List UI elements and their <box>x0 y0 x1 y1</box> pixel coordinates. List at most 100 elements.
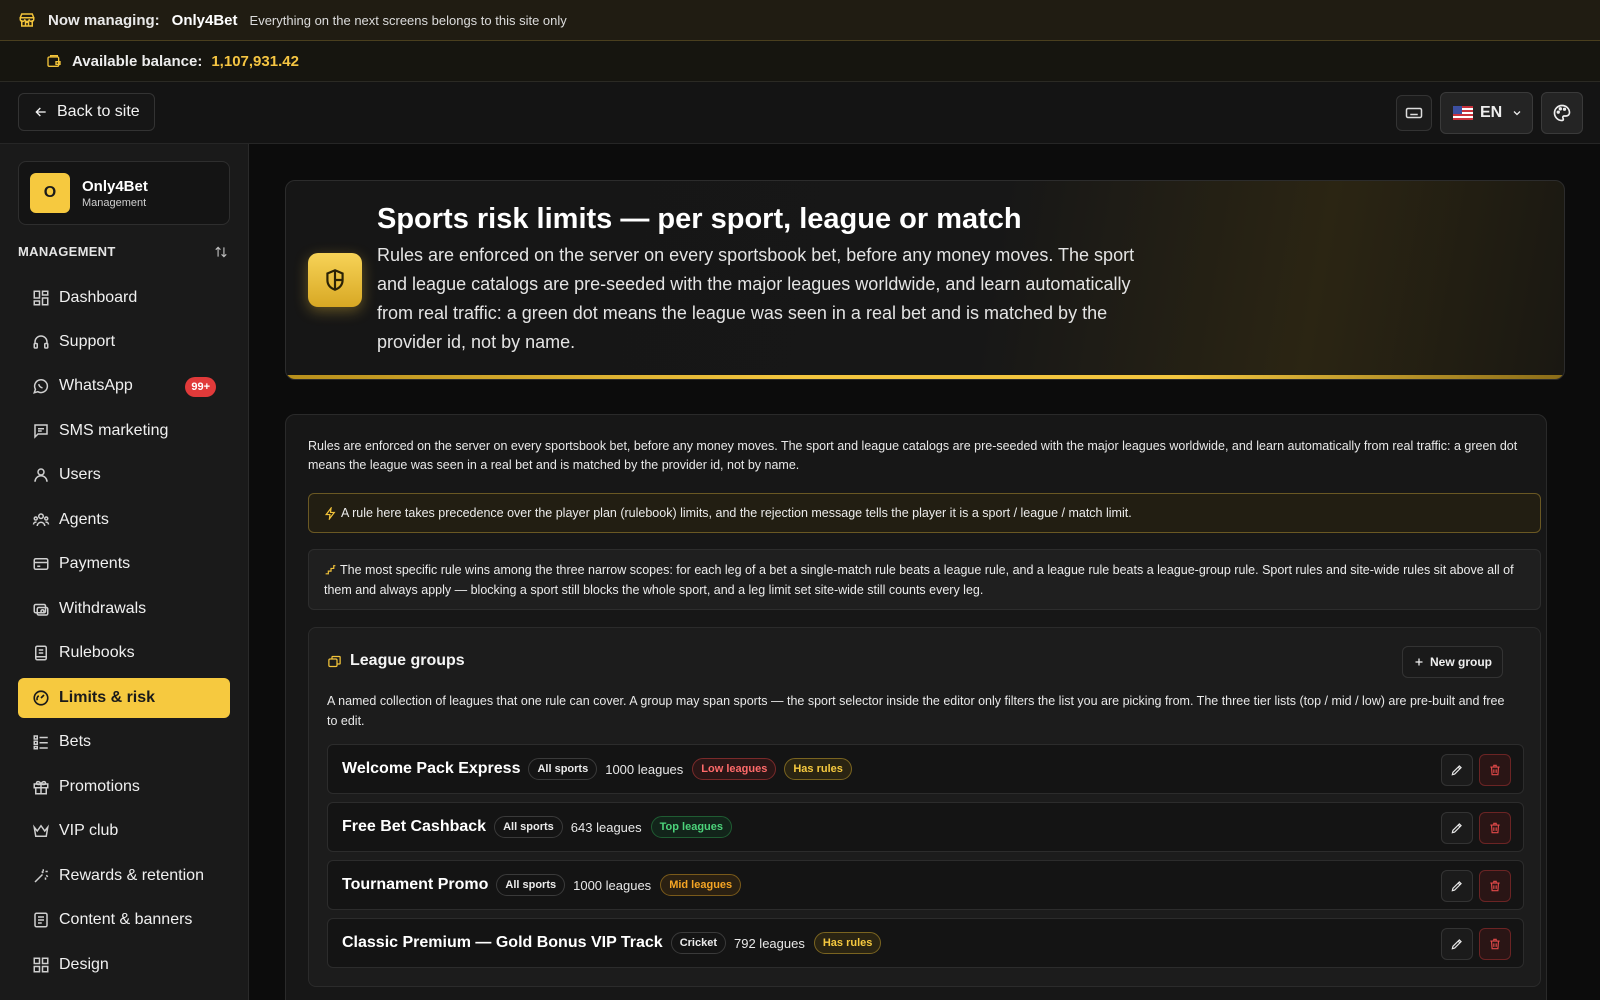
trash-icon <box>1490 938 1500 950</box>
sidebar-item-label: Dashboard <box>59 289 138 306</box>
precedence-notice: A rule here takes precedence over the pl… <box>308 493 1541 533</box>
theme-palette-button[interactable] <box>1541 92 1583 134</box>
row-actions <box>1435 928 1511 960</box>
sidebar-item-rulebooks[interactable]: Rulebooks <box>18 633 230 673</box>
card-icon <box>33 558 49 570</box>
delete-group-button[interactable] <box>1479 754 1511 786</box>
edit-group-button[interactable] <box>1441 870 1473 902</box>
row-actions <box>1435 812 1511 844</box>
sidebar-item-label: VIP club <box>59 822 119 839</box>
new-group-button[interactable]: New group <box>1402 646 1503 678</box>
site-logo: O <box>30 173 70 213</box>
sidebar-item-limits-risk[interactable]: Limits & risk <box>18 678 230 718</box>
managing-banner: Now managing: Only4Bet Everything on the… <box>0 0 1600 41</box>
sidebar-item-vip-club[interactable]: VIP club <box>18 811 230 851</box>
sidebar-item-whatsapp[interactable]: WhatsApp 99+ <box>18 366 230 406</box>
delete-group-button[interactable] <box>1479 870 1511 902</box>
sport-chip: All sports <box>494 816 563 838</box>
whatsapp-unread-badge: 99+ <box>185 377 216 397</box>
league-group-row[interactable]: Free Bet Cashback All sports 643 leagues… <box>327 802 1524 852</box>
balance-bar: Available balance: 1,107,931.42 <box>0 41 1600 82</box>
users-icon <box>34 468 48 482</box>
sidebar-item-label: Agents <box>59 511 109 528</box>
edit-group-button[interactable] <box>1441 812 1473 844</box>
sidebar-item-label: Withdrawals <box>59 600 147 617</box>
sidebar-item-design[interactable]: Design <box>18 945 230 985</box>
league-groups-title: League groups <box>350 652 465 669</box>
sidebar-item-label: Support <box>59 333 116 350</box>
site-brand-card[interactable]: O Only4Bet Management <box>18 161 230 225</box>
sort-toggle-icon[interactable] <box>214 245 228 259</box>
league-group-row[interactable]: Classic Premium — Gold Bonus VIP Track C… <box>327 918 1524 968</box>
sidebar-item-label: Bets <box>59 733 92 750</box>
sidebar: O Only4Bet Management MANAGEMENT Dashboa… <box>0 144 249 1000</box>
sidebar-item-rewards-retention[interactable]: Rewards & retention <box>18 856 230 896</box>
sidebar-item-label: Users <box>59 466 101 483</box>
tier-chip: Top leagues <box>650 816 733 838</box>
arrow-left-icon <box>35 107 46 117</box>
delete-group-button[interactable] <box>1479 812 1511 844</box>
us-flag-icon <box>1453 106 1473 120</box>
trash-icon <box>1490 880 1500 892</box>
site-brand-name: Only4Bet <box>82 177 148 195</box>
back-to-site-label: Back to site <box>57 103 140 120</box>
tier-chip: Low leagues <box>692 758 777 780</box>
group-name: Free Bet Cashback <box>342 818 487 835</box>
league-count: 792 leagues <box>734 935 805 951</box>
message-icon <box>34 424 48 439</box>
league-groups-card: League groups New group A named collecti… <box>308 627 1541 987</box>
sidebar-item-dashboard[interactable]: Dashboard <box>18 278 230 318</box>
specificity-info: The most specific rule wins among the th… <box>308 549 1541 610</box>
sidebar-item-label: Rewards & retention <box>59 867 204 884</box>
language-selector[interactable]: EN <box>1440 92 1533 134</box>
sport-chip: All sports <box>528 758 598 780</box>
precedence-notice-text: A rule here takes precedence over the pl… <box>341 506 1132 520</box>
content-icon <box>34 912 48 928</box>
has-rules-chip: Has rules <box>784 758 852 780</box>
gift-icon <box>33 780 49 795</box>
chevron-down-icon <box>1513 111 1521 116</box>
delete-group-button[interactable] <box>1479 928 1511 960</box>
sport-chip: Cricket <box>670 932 726 954</box>
sidebar-item-payments[interactable]: Payments <box>18 544 230 584</box>
book-icon <box>35 645 47 661</box>
top-bar: Back to site EN <box>0 82 1600 144</box>
pencil-icon <box>1451 765 1462 776</box>
design-icon <box>33 957 49 973</box>
has-rules-chip: Has rules <box>813 932 882 954</box>
sidebar-item-content-banners[interactable]: Content & banners <box>18 900 230 940</box>
balance-value: 1,107,931.42 <box>211 52 299 70</box>
league-group-row[interactable]: Welcome Pack Express All sports 1000 lea… <box>327 744 1524 794</box>
tier-chip: Mid leagues <box>660 874 742 896</box>
sidebar-item-withdrawals[interactable]: Withdrawals <box>18 589 230 629</box>
sport-chip: All sports <box>496 874 566 896</box>
edit-group-button[interactable] <box>1441 754 1473 786</box>
group-name: Welcome Pack Express <box>342 760 521 777</box>
panel-intro-text: Rules are enforced on the server on ever… <box>308 439 1518 472</box>
sidebar-item-promotions[interactable]: Promotions <box>18 767 230 807</box>
sidebar-item-bets[interactable]: Bets <box>18 722 230 762</box>
sidebar-item-label: WhatsApp <box>59 377 133 394</box>
league-groups-header: League groups <box>327 652 465 670</box>
sidebar-item-sms-marketing[interactable]: SMS marketing <box>18 411 230 451</box>
sidebar-item-users[interactable]: Users <box>18 455 230 495</box>
sidebar-item-support[interactable]: Support <box>18 322 230 362</box>
managing-label: Now managing: <box>48 11 160 29</box>
sidebar-item-label: Promotions <box>59 778 140 795</box>
management-section-header: MANAGEMENT <box>18 244 228 259</box>
gauge-icon <box>33 690 49 706</box>
group-name: Tournament Promo <box>342 876 489 893</box>
league-group-row[interactable]: Tournament Promo All sports 1000 leagues… <box>327 860 1524 910</box>
back-to-site-button[interactable]: Back to site <box>18 93 155 131</box>
edit-group-button[interactable] <box>1441 928 1473 960</box>
keyboard-shortcuts-button[interactable] <box>1396 95 1432 131</box>
sidebar-item-agents[interactable]: Agents <box>18 500 230 540</box>
managing-note: Everything on the next screens belongs t… <box>249 12 567 28</box>
league-groups-description: A named collection of leagues that one r… <box>327 694 1505 728</box>
page-hero: Sports risk limits — per sport, league o… <box>285 180 1565 380</box>
pencil-icon <box>1451 881 1462 892</box>
row-actions <box>1435 754 1511 786</box>
plus-icon <box>1415 658 1423 666</box>
language-label: EN <box>1480 104 1503 121</box>
sidebar-item-label: Design <box>59 956 109 973</box>
